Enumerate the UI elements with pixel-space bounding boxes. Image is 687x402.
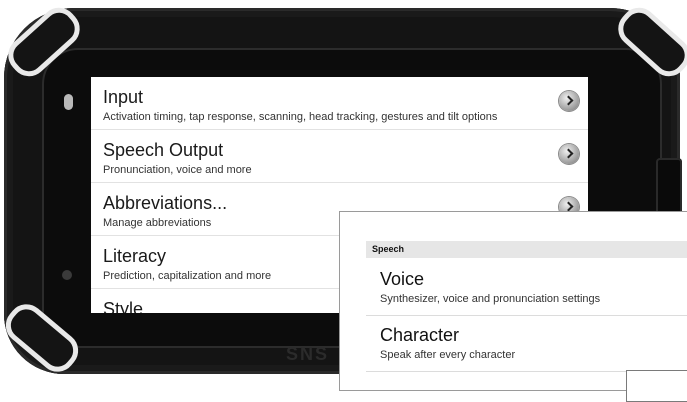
chevron-right-circle-icon[interactable] — [559, 144, 579, 164]
case-brand-logo: SNS — [286, 344, 330, 364]
settings-item-input[interactable]: Input Activation timing, tap response, s… — [91, 77, 588, 130]
settings-item-title: Speech Output — [103, 140, 224, 160]
speech-item-voice[interactable]: Voice Synthesizer, voice and pronunciati… — [366, 262, 687, 316]
checkbox[interactable] — [626, 370, 687, 402]
settings-item-subtitle: Pronunciation, voice and more — [103, 164, 252, 176]
section-header-label: Speech — [372, 244, 405, 254]
speech-item-title: Character — [380, 325, 460, 345]
panel-section-header: Speech — [366, 241, 687, 258]
settings-item-subtitle: Activation timing, tap response, scannin… — [103, 111, 498, 123]
speech-item-subtitle: Speak after every character — [380, 349, 516, 361]
camera-icon — [64, 94, 73, 110]
sensor-icon — [62, 270, 72, 280]
chevron-right-circle-icon[interactable] — [559, 91, 579, 111]
speech-item-subtitle: Synthesizer, voice and pronunciation set… — [380, 293, 601, 305]
settings-item-speech-output[interactable]: Speech Output Pronunciation, voice and m… — [91, 130, 588, 183]
settings-item-title: Input — [103, 87, 144, 107]
speech-item-title: Voice — [380, 269, 425, 289]
speech-item-character[interactable]: Character Speak after every character — [366, 318, 687, 372]
speech-settings-panel: Speech Voice Synthesizer, voice and pron… — [339, 211, 687, 402]
